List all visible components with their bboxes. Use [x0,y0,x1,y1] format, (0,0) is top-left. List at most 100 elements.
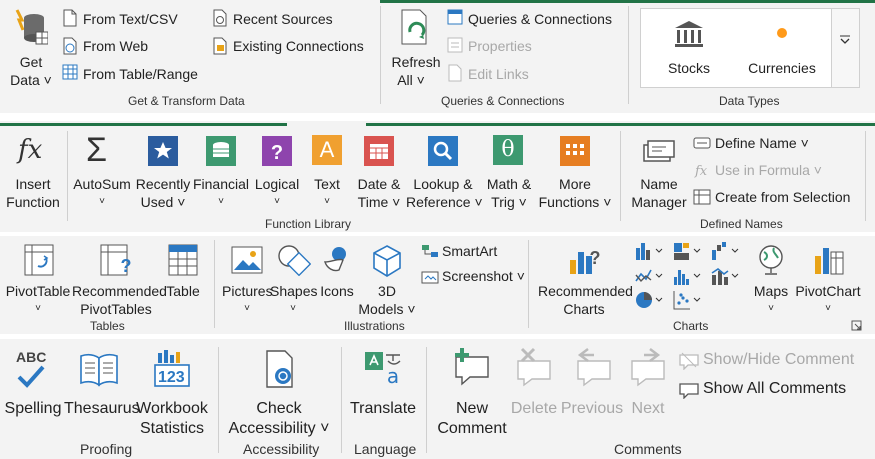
define-name-button[interactable]: Define Name ˅ [715,134,809,152]
get-transform-group-label: Get & Transform Data [128,94,245,108]
from-web-button[interactable]: From Web [83,37,148,55]
bird-icon [321,244,353,276]
waterfall-chart-button[interactable] [710,240,744,262]
hierarchy-chart-button[interactable] [672,240,706,262]
abc-label: ABC [16,349,47,365]
next-label: Next [631,400,665,417]
show-hide-comment-button[interactable]: Show/Hide Comment [703,351,854,369]
smartart-button[interactable]: SmartArt [442,242,497,260]
financial-button[interactable]: Financial ˅ [192,133,250,211]
text-functions-button[interactable]: A Text ˅ [304,133,350,211]
queries-connections-button[interactable]: Queries & Connections [468,10,612,28]
data-types-gallery: Stocks Currencies [640,8,860,88]
separator [214,240,215,328]
recommended-charts-icon: ? [568,244,602,276]
autosum-label-2: ˅ [99,196,105,207]
lookup-label-2: Reference ˅ [406,194,483,210]
fx-icon: fx [18,135,43,165]
svg-text:?: ? [121,256,132,276]
pivottable-label-2: ˅ [35,303,41,314]
create-from-selection-button[interactable]: Create from Selection [715,188,850,206]
table-icon [168,244,198,276]
show-all-comments-button[interactable]: Show All Comments [703,380,846,398]
next-comment-button[interactable]: Next [626,345,670,429]
web-icon [62,37,78,55]
delete-comment-button[interactable]: Delete [510,345,558,429]
from-text-csv-button[interactable]: From Text/CSV [83,10,178,28]
spelling-button[interactable]: ABC Spelling [2,345,64,429]
translate-label: Translate [349,400,417,417]
currencies-button[interactable]: Currencies [741,13,823,83]
screenshot-button[interactable]: Screenshot ˅ [442,267,525,285]
edit-links-button[interactable]: Edit Links [468,65,529,83]
more-functions-label-1: More [559,176,591,192]
workbook-statistics-button[interactable]: 123 Workbook Statistics [134,345,210,437]
theta-book-icon: θ [493,135,523,165]
scatter-chart-button[interactable] [672,289,706,311]
get-data-button[interactable]: Get Data ˅ [4,4,56,88]
from-table-range-button[interactable]: From Table/Range [83,65,198,83]
more-functions-button[interactable]: More Functions ˅ [538,133,612,211]
logical-button[interactable]: ? Logical ˅ [250,133,304,211]
data-types-group-label: Data Types [719,94,780,108]
financial-label-2: ˅ [218,196,224,207]
check-accessibility-button[interactable]: Check Accessibility ˅ [224,345,334,437]
properties-button[interactable]: Properties [468,37,532,55]
recently-used-button[interactable]: Recently Used ˅ [134,133,192,211]
recommended-pivottables-button[interactable]: ? Recommended PivotTables [72,240,167,317]
column-chart-button[interactable] [634,240,668,262]
math-trig-button[interactable]: θ Math & Trig ˅ [480,133,538,211]
pivottable-button[interactable]: PivotTable ˅ [4,240,72,316]
refresh-icon [398,8,434,48]
insert-function-button[interactable]: fx Insert Function [4,133,62,211]
stocks-button[interactable]: Stocks [649,13,729,83]
recommended-charts-button[interactable]: ? Recommended Charts [538,240,633,317]
lookup-reference-button[interactable]: Lookup & Reference ˅ [406,133,483,211]
separator [426,347,427,453]
get-data-label-2: Data ˅ [10,72,52,88]
combo-chart-button[interactable] [710,265,744,287]
workbook-statistics-label-2: Statistics [139,420,204,437]
currencies-label: Currencies [748,60,816,76]
3d-models-label-1: 3D [378,283,396,299]
recent-sources-button[interactable]: Recent Sources [233,10,333,28]
new-comment-button[interactable]: New Comment [432,345,512,437]
calendar-book-icon [363,135,395,167]
statistic-chart-button[interactable] [672,265,706,287]
coins-book-icon [205,135,237,167]
previous-comment-icon [572,347,612,387]
lookup-label-1: Lookup & [413,176,473,192]
existing-connections-button[interactable]: Existing Connections [233,37,364,55]
use-in-formula-button[interactable]: Use in Formula ˅ [715,161,822,179]
date-time-button[interactable]: Date & Time ˅ [350,133,408,211]
data-ribbon-panel: Get Data ˅ From Text/CSV From Web From T… [0,0,875,113]
shapes-icon [277,244,311,276]
pie-chart-button[interactable] [634,289,668,311]
previous-comment-button[interactable]: Previous [558,345,626,429]
recommended-charts-label-2: Charts [563,301,605,317]
icons-button[interactable]: Icons [316,240,358,316]
thesaurus-button[interactable]: Thesaurus [64,345,140,429]
3d-models-button[interactable]: 3D Models ˅ [358,240,416,317]
pictures-button[interactable]: Pictures ˅ [222,240,273,316]
translate-button[interactable]: a Translate [346,345,420,429]
maps-button[interactable]: Maps ˅ [748,240,794,316]
text-label-1: Text [314,176,340,192]
dialog-launcher-icon[interactable] [851,320,862,331]
pivotchart-button[interactable]: PivotChart ˅ [794,240,862,316]
separator [341,347,342,453]
gallery-more-button[interactable] [831,9,859,87]
globe-icon [756,244,786,276]
table-button[interactable]: Table [162,240,204,316]
pivottable-label-1: PivotTable [5,283,71,299]
autosum-button[interactable]: Σ AutoSum ˅ [70,131,134,211]
line-chart-button[interactable] [634,265,668,287]
spelling-label: Spelling [4,400,62,417]
refresh-all-button[interactable]: Refresh All ˅ [388,4,444,88]
tables-group-label: Tables [90,319,125,333]
create-from-selection-icon [693,189,711,205]
database-icon [12,8,48,46]
name-manager-button[interactable]: Name Manager [628,133,690,211]
shapes-button[interactable]: Shapes ˅ [270,240,317,316]
star-book-icon [147,135,179,167]
